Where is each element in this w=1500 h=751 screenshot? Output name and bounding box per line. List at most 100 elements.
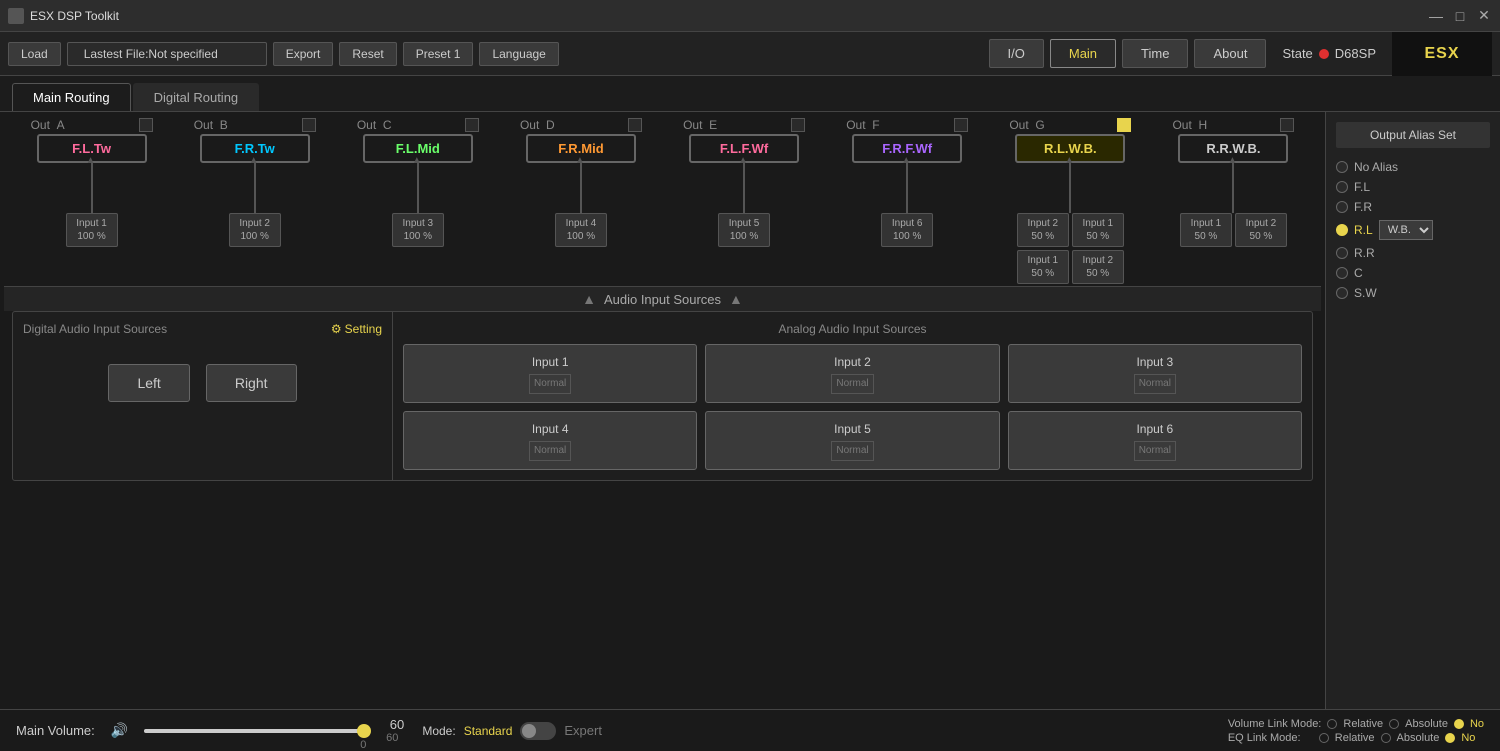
setting-button[interactable]: ⚙ Setting [331, 322, 382, 336]
state-label: State [1282, 46, 1312, 61]
out-g-check[interactable] [1117, 118, 1131, 132]
fr-radio[interactable] [1336, 201, 1348, 213]
out-e-check[interactable] [791, 118, 805, 132]
analog-input-6[interactable]: Input 6 Normal [1008, 411, 1302, 470]
minimize-button[interactable]: — [1428, 8, 1444, 24]
out-a-label: Out A [31, 118, 65, 132]
c-radio[interactable] [1336, 267, 1348, 279]
left-button[interactable]: Left [108, 364, 189, 402]
out-g-label: Out G [1009, 118, 1044, 132]
analog-input-5[interactable]: Input 5 Normal [705, 411, 999, 470]
out-f-input[interactable]: Input 6100 % [881, 213, 933, 247]
out-e-input[interactable]: Input 5100 % [718, 213, 770, 247]
analog-grid: Input 1 Normal Input 2 Normal Input 3 No… [403, 344, 1302, 470]
volume-label: Main Volume: [16, 723, 95, 738]
mode-toggle[interactable] [520, 722, 556, 740]
expert-label: Expert [564, 723, 602, 738]
close-button[interactable]: ✕ [1476, 8, 1492, 24]
sources-panel: Digital Audio Input Sources ⚙ Setting Le… [12, 311, 1313, 481]
tab-digital-routing[interactable]: Digital Routing [133, 83, 260, 111]
out-g-input-top2[interactable]: Input 150 % [1072, 213, 1124, 247]
preset1-button[interactable]: Preset 1 [403, 42, 474, 66]
eq-relative-radio[interactable] [1319, 733, 1325, 743]
esx-logo: ESX [1392, 32, 1492, 76]
analog-input-4[interactable]: Input 4 Normal [403, 411, 697, 470]
analog-input-3[interactable]: Input 3 Normal [1008, 344, 1302, 403]
out-g-input-bot1[interactable]: Input 150 % [1017, 250, 1069, 284]
reset-button[interactable]: Reset [339, 42, 396, 66]
panel-title: Output Alias Set [1336, 122, 1490, 148]
about-nav-button[interactable]: About [1194, 39, 1266, 68]
out-e-arrow [743, 163, 745, 213]
export-button[interactable]: Export [273, 42, 334, 66]
fl-label: F.L [1354, 180, 1370, 194]
out-c-input[interactable]: Input 3100 % [392, 213, 444, 247]
audio-sources-label: Audio Input Sources [604, 292, 721, 307]
out-a-check[interactable] [139, 118, 153, 132]
mode-area: Mode: Standard Expert [422, 722, 602, 740]
alias-sw: S.W [1336, 286, 1490, 300]
fl-radio[interactable] [1336, 181, 1348, 193]
out-d-check[interactable] [628, 118, 642, 132]
analog-input-1[interactable]: Input 1 Normal [403, 344, 697, 403]
fr-label: F.R [1354, 200, 1372, 214]
no-alias-radio[interactable] [1336, 161, 1348, 173]
out-h-check[interactable] [1280, 118, 1294, 132]
file-label: Lastest File:Not specified [67, 42, 267, 66]
out-b-input[interactable]: Input 2100 % [229, 213, 281, 247]
volume-icon: 🔊 [111, 722, 128, 739]
slider-max: 60 [386, 732, 398, 744]
load-button[interactable]: Load [8, 42, 61, 66]
mode-label: Mode: [422, 724, 455, 738]
out-c-check[interactable] [465, 118, 479, 132]
wb-dropdown[interactable]: W.B. Mid Tw [1379, 220, 1433, 240]
analog-input-2-label: Input 2 [718, 353, 986, 372]
volume-slider[interactable] [144, 729, 364, 733]
out-h-input-top2[interactable]: Input 250 % [1235, 213, 1287, 247]
eq-link-label: EQ Link Mode: [1228, 732, 1313, 744]
slider-thumb[interactable] [357, 724, 371, 738]
time-nav-button[interactable]: Time [1122, 39, 1188, 68]
c-label: C [1354, 266, 1363, 280]
alias-no-alias: No Alias [1336, 160, 1490, 174]
output-channel-e: Out E F.L.F.Wf Input 5100 % [679, 118, 809, 284]
language-button[interactable]: Language [479, 42, 558, 66]
out-g-input-top1[interactable]: Input 250 % [1017, 213, 1069, 247]
app-title: ESX DSP Toolkit [30, 9, 1428, 23]
title-bar: ESX DSP Toolkit — □ ✕ [0, 0, 1500, 32]
out-a-input[interactable]: Input 1100 % [66, 213, 118, 247]
volume-link-row: Volume Link Mode: Relative Absolute No [1228, 718, 1325, 730]
alias-options: No Alias F.L F.R R.L W.B. Mid Tw [1336, 160, 1490, 701]
out-b-check[interactable] [302, 118, 316, 132]
digital-header-label: Digital Audio Input Sources [23, 322, 167, 336]
state-dot [1319, 49, 1329, 59]
analog-header-label: Analog Audio Input Sources [403, 322, 1302, 336]
maximize-button[interactable]: □ [1452, 8, 1468, 24]
right-button[interactable]: Right [206, 364, 297, 402]
volume-value: 60 [380, 717, 404, 732]
rr-label: R.R [1354, 246, 1375, 260]
analog-input-1-sub: Normal [529, 374, 571, 394]
rl-radio[interactable] [1336, 224, 1348, 236]
rr-radio[interactable] [1336, 247, 1348, 259]
out-a-arrow [91, 163, 93, 213]
out-b-arrow [254, 163, 256, 213]
audio-sources-bar: ▲ Audio Input Sources ▲ [4, 286, 1321, 311]
output-channel-g: Out G R.L.W.B. Input 250 % Input 150 % I… [1005, 118, 1135, 284]
out-d-input[interactable]: Input 4100 % [555, 213, 607, 247]
analog-sources: Analog Audio Input Sources Input 1 Norma… [393, 312, 1312, 480]
out-h-input-top1[interactable]: Input 150 % [1180, 213, 1232, 247]
bottom-bar: Main Volume: 🔊 60 60 0 Mode: Standard Ex… [0, 709, 1325, 751]
analog-input-2[interactable]: Input 2 Normal [705, 344, 999, 403]
out-c-arrow [417, 163, 419, 213]
tab-main-routing[interactable]: Main Routing [12, 83, 131, 111]
app-icon [8, 8, 24, 24]
out-f-check[interactable] [954, 118, 968, 132]
gear-icon: ⚙ [331, 322, 342, 336]
sw-radio[interactable] [1336, 287, 1348, 299]
io-nav-button[interactable]: I/O [989, 39, 1044, 68]
slider-fill [144, 729, 364, 733]
main-nav-button[interactable]: Main [1050, 39, 1116, 68]
digital-sources: Digital Audio Input Sources ⚙ Setting Le… [13, 312, 393, 480]
out-g-input-bot2[interactable]: Input 250 % [1072, 250, 1124, 284]
